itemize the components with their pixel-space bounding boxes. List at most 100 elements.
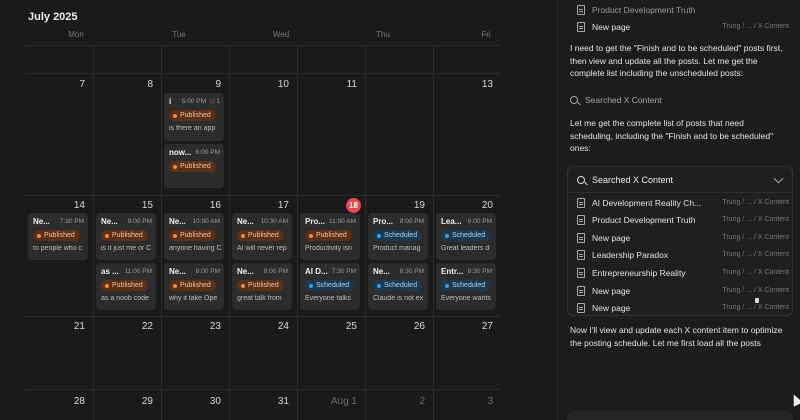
search-results-label: Searched X Content bbox=[592, 175, 674, 185]
post-card[interactable]: as ... 11:00 PM Published as a noob code bbox=[96, 263, 156, 310]
post-card[interactable]: i 5:00 PM □ 1 Published is there an app bbox=[164, 93, 224, 141]
document-icon bbox=[577, 22, 585, 32]
day-cell-8[interactable]: 8 bbox=[93, 79, 153, 90]
weekday-wed: Wed bbox=[272, 30, 290, 39]
result-item[interactable]: Product Development Truth Trung / ... / X… bbox=[577, 213, 789, 227]
post-preview: why it take Ope bbox=[169, 295, 218, 302]
post-card[interactable]: Ne... 7:30 PM Published to people who c bbox=[28, 213, 88, 260]
day-cell-30[interactable]: 30 bbox=[161, 396, 221, 407]
post-card[interactable]: Ne... 9:00 PM Published is it just me or … bbox=[96, 213, 156, 260]
post-title: Ne... bbox=[237, 267, 254, 276]
post-card[interactable]: Entr... 8:30 PM Scheduled Everyone wants bbox=[436, 263, 496, 310]
status-badge: Published bbox=[33, 230, 80, 241]
result-title: Product Development Truth bbox=[592, 215, 696, 225]
post-card[interactable]: Ne... 8:00 PM Published great talk from bbox=[232, 263, 292, 310]
day-cell-22[interactable]: 22 bbox=[93, 321, 153, 332]
grid-line bbox=[25, 316, 500, 317]
status-badge: Published bbox=[305, 230, 352, 241]
status-badge: Published bbox=[169, 230, 216, 241]
day-cell-25[interactable]: 25 bbox=[297, 321, 357, 332]
day-cell-21[interactable]: 21 bbox=[25, 321, 85, 332]
day-cell-aug-2[interactable]: 2 bbox=[365, 396, 425, 407]
post-card[interactable]: Ne... 10:30 AM Published AI will never re… bbox=[232, 213, 292, 260]
result-item[interactable]: AI Development Reality Ch... Trung / ... … bbox=[577, 196, 789, 210]
document-icon bbox=[577, 303, 585, 313]
day-cell-26[interactable]: 26 bbox=[365, 321, 425, 332]
comment-count-value: 1 bbox=[216, 98, 220, 105]
post-card[interactable]: Lea... 6:00 PM Scheduled Great leaders d bbox=[436, 213, 496, 260]
day-cell-13[interactable]: 13 bbox=[433, 79, 493, 90]
document-icon bbox=[577, 233, 585, 243]
calendar-panel: July 2025 Mon Tue Wed Thu Fri 7 8 9 10 1… bbox=[0, 0, 557, 420]
status-badge: Published bbox=[101, 230, 148, 241]
result-title: Leadership Paradox bbox=[592, 250, 669, 260]
result-path: Trung / ... / X Content bbox=[722, 251, 789, 258]
result-title: Product Development Truth bbox=[592, 5, 696, 15]
document-icon bbox=[577, 268, 585, 278]
day-cell-10[interactable]: 10 bbox=[229, 79, 289, 90]
status-badge: Published bbox=[169, 280, 216, 291]
result-item[interactable]: Entrepreneurship Reality Trung / ... / X … bbox=[577, 266, 789, 280]
day-cell-19[interactable]: 19 bbox=[365, 200, 425, 211]
result-item[interactable]: New page Trung / ... / X Content bbox=[577, 231, 789, 245]
post-preview: is there an app bbox=[169, 125, 216, 132]
day-cell-15[interactable]: 15 bbox=[93, 200, 153, 211]
status-badge: Scheduled bbox=[373, 280, 423, 291]
post-card[interactable]: Ne... 10:00 AM Published anyone having C bbox=[164, 213, 224, 260]
day-cell-aug-3[interactable]: 3 bbox=[433, 396, 493, 407]
chevron-down-icon[interactable] bbox=[773, 173, 784, 184]
post-card[interactable]: Pro... 8:00 PM Scheduled Product manag bbox=[368, 213, 428, 260]
comment-icon: □ bbox=[210, 98, 215, 105]
result-path: Trung / ... / X Content bbox=[722, 304, 789, 311]
day-cell-16[interactable]: 16 bbox=[161, 200, 221, 211]
day-cell-31[interactable]: 31 bbox=[229, 396, 289, 407]
status-badge: Scheduled bbox=[305, 280, 355, 291]
day-cell-9[interactable]: 9 bbox=[161, 79, 221, 90]
result-path: Trung / ... / X Content bbox=[722, 287, 789, 294]
post-title: i bbox=[169, 97, 172, 106]
result-title: Entrepreneurship Reality bbox=[592, 268, 686, 278]
chat-input[interactable] bbox=[567, 411, 793, 420]
day-cell-27[interactable]: 27 bbox=[433, 321, 493, 332]
result-item[interactable]: New page Trung / ... / X Content bbox=[577, 20, 789, 34]
weekday-thu: Thu bbox=[376, 30, 390, 39]
post-preview: to people who c bbox=[33, 245, 83, 252]
post-preview: great talk from bbox=[237, 295, 282, 302]
document-icon bbox=[577, 198, 585, 208]
assistant-message: Now I'll view and update each X content … bbox=[570, 325, 783, 348]
search-results-header[interactable]: Searched X Content bbox=[577, 175, 673, 185]
post-preview: AI will never rep bbox=[237, 245, 287, 252]
assistant-message: Let me get the complete list of posts th… bbox=[570, 118, 774, 153]
result-title: New page bbox=[592, 286, 631, 296]
day-cell-23[interactable]: 23 bbox=[161, 321, 221, 332]
post-card[interactable]: Ne... 8:00 PM Published why it take Ope bbox=[164, 263, 224, 310]
post-title: Ne... bbox=[169, 267, 186, 276]
day-cell-28[interactable]: 28 bbox=[25, 396, 85, 407]
day-cell-29[interactable]: 29 bbox=[93, 396, 153, 407]
post-card[interactable]: AI D... 7:30 PM Scheduled Everyone talks bbox=[300, 263, 360, 310]
day-cell-17[interactable]: 17 bbox=[229, 200, 289, 211]
result-item[interactable]: Product Development Truth bbox=[577, 3, 789, 17]
grid-line bbox=[365, 45, 366, 420]
post-time: 11:00 PM bbox=[124, 268, 152, 275]
search-step[interactable]: Searched X Content bbox=[570, 95, 662, 105]
result-item[interactable]: New page Trung / ... / X Content bbox=[577, 301, 789, 315]
result-path: Trung / ... / X Content bbox=[722, 23, 789, 30]
today-badge[interactable]: 18 bbox=[346, 198, 361, 213]
post-card[interactable]: Pro... 11:00 AM Published Productivity is… bbox=[300, 213, 360, 260]
post-card[interactable]: now... 6:00 PM Published bbox=[164, 144, 224, 188]
grid-line bbox=[25, 45, 500, 46]
result-title: AI Development Reality Ch... bbox=[592, 198, 702, 208]
post-preview: Everyone wants bbox=[441, 295, 491, 302]
result-item[interactable]: Leadership Paradox Trung / ... / X Conten… bbox=[577, 248, 789, 262]
search-icon bbox=[570, 96, 578, 104]
result-item[interactable]: New page Trung / ... / X Content bbox=[577, 284, 789, 298]
post-card[interactable]: Ne... 8:30 PM Scheduled Claude is not ex bbox=[368, 263, 428, 310]
post-title: Ne... bbox=[33, 217, 50, 226]
day-cell-24[interactable]: 24 bbox=[229, 321, 289, 332]
day-cell-14[interactable]: 14 bbox=[25, 200, 85, 211]
day-cell-11[interactable]: 11 bbox=[297, 79, 357, 90]
day-cell-20[interactable]: 20 bbox=[433, 200, 493, 211]
day-cell-aug-1[interactable]: Aug 1 bbox=[297, 396, 357, 407]
day-cell-7[interactable]: 7 bbox=[25, 79, 85, 90]
